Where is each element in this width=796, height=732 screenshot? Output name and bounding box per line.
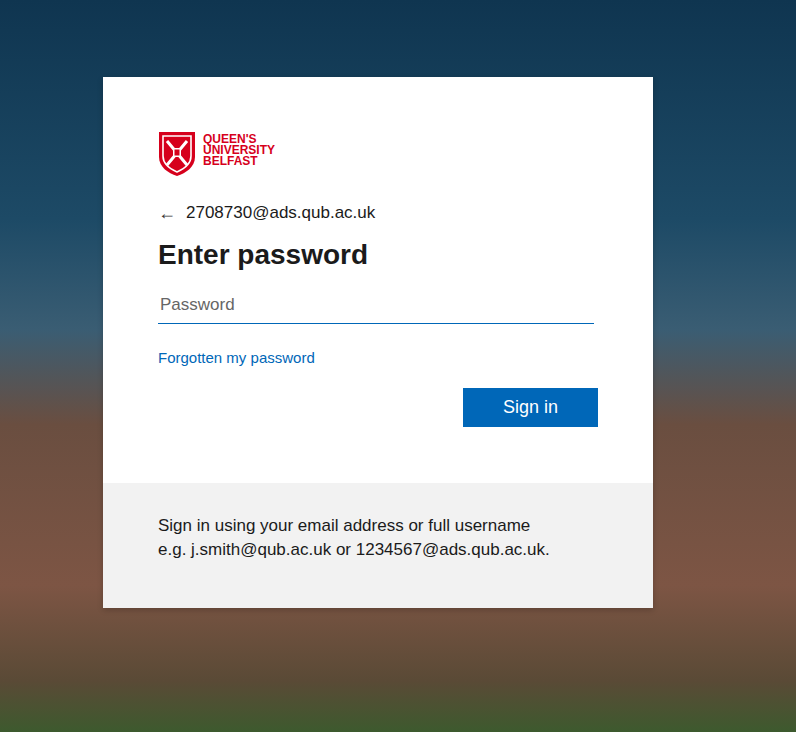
logo-line: QUEEN'S (203, 134, 275, 145)
help-text: e.g. j.smith@qub.ac.uk or 1234567@ads.qu… (158, 538, 623, 562)
card-body: QUEEN'SUNIVERSITYBELFAST ← 2708730@ads.qub… (103, 77, 653, 483)
identity-row[interactable]: ← 2708730@ads.qub.ac.uk (158, 201, 598, 225)
help-text: Sign in using your email address or full… (158, 514, 623, 538)
account-email: 2708730@ads.qub.ac.uk (186, 203, 375, 223)
logo-line: BELFAST (203, 156, 275, 167)
page-title: Enter password (158, 237, 598, 273)
back-arrow-icon[interactable]: ← (158, 203, 176, 224)
forgot-password-link[interactable]: Forgotten my password (158, 348, 315, 368)
help-footer: Sign in using your email address or full… (103, 483, 653, 608)
logo-line: UNIVERSITY (203, 145, 275, 156)
button-row: Sign in (158, 388, 598, 427)
university-logo: QUEEN'SUNIVERSITYBELFAST (158, 131, 598, 177)
sign-in-button[interactable]: Sign in (463, 388, 598, 427)
logo-text: QUEEN'SUNIVERSITYBELFAST (203, 131, 275, 167)
password-input[interactable] (158, 287, 594, 324)
shield-icon (158, 131, 196, 177)
login-page: QUEEN'SUNIVERSITYBELFAST ← 2708730@ads.qub… (0, 0, 796, 732)
sign-in-card: QUEEN'SUNIVERSITYBELFAST ← 2708730@ads.qub… (103, 77, 653, 608)
